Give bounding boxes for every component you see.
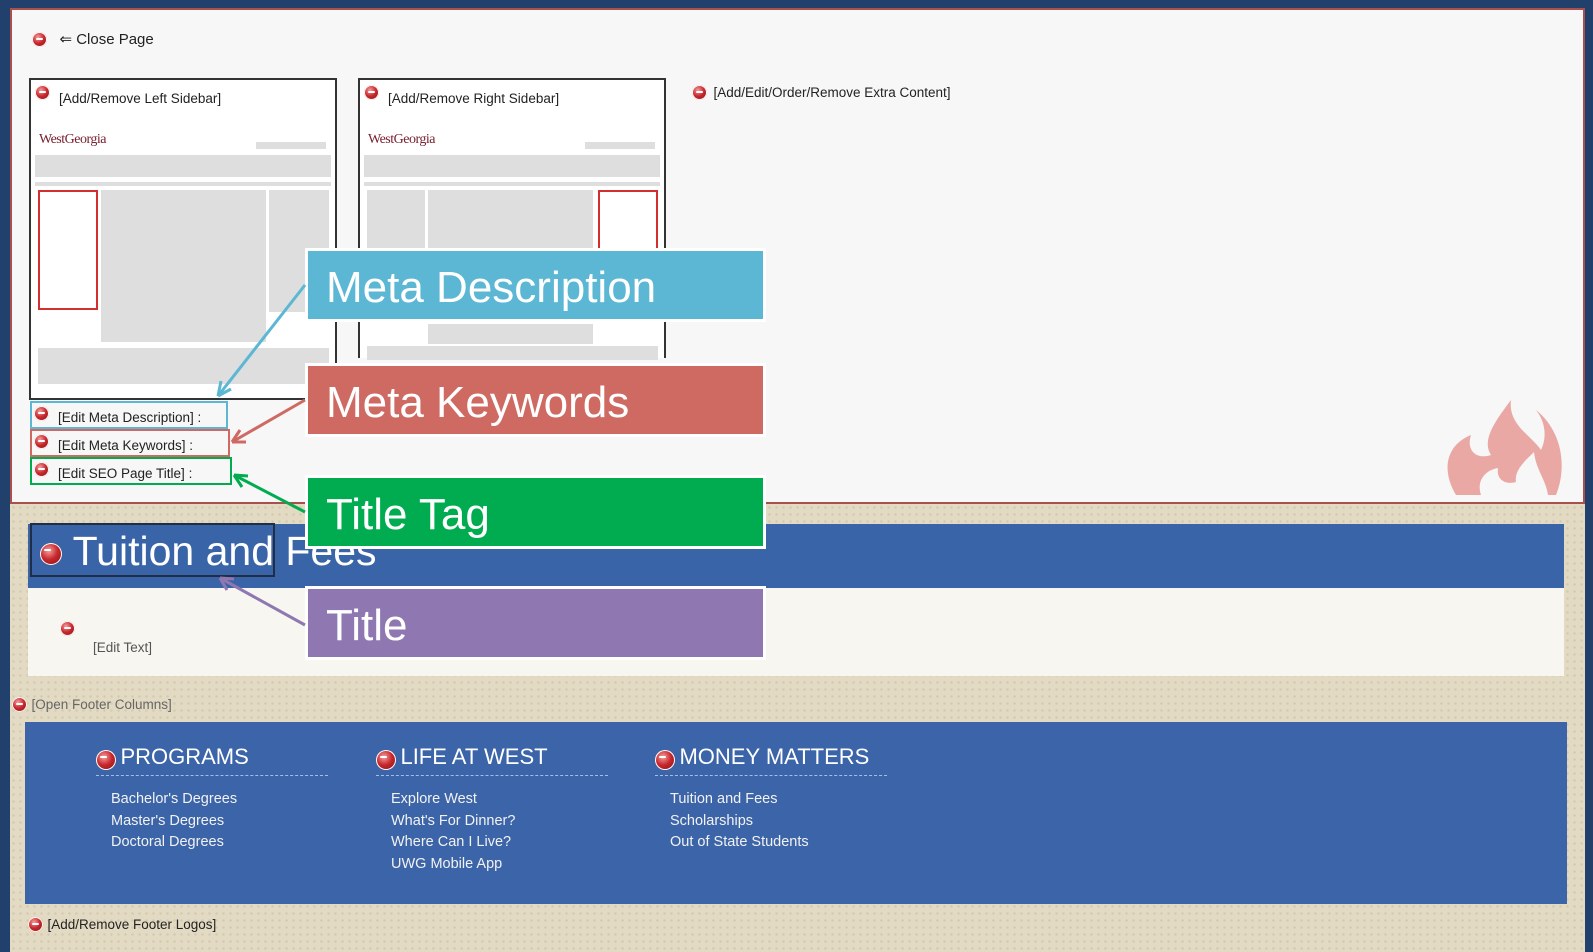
arrow-title <box>219 576 306 627</box>
arrow-meta-keywords <box>231 398 306 444</box>
arrow-title-tag <box>233 473 306 514</box>
callout-arrows <box>216 284 307 627</box>
arrow-meta-description <box>216 284 307 397</box>
